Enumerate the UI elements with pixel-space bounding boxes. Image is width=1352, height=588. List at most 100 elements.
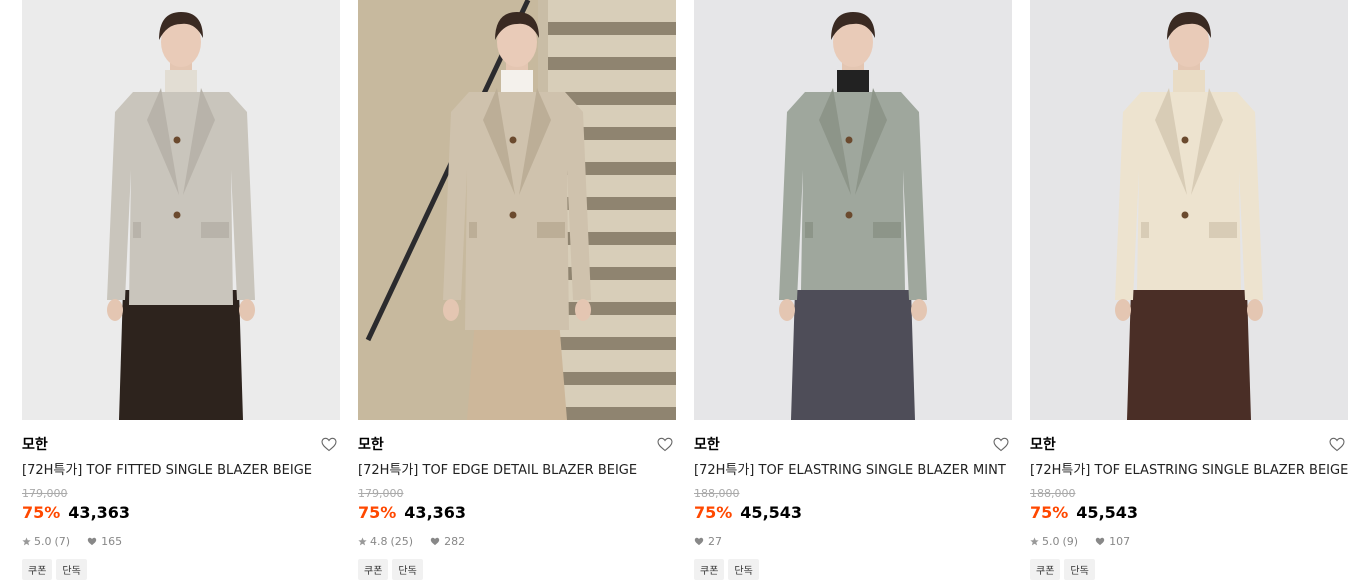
product-image[interactable] <box>694 0 1012 420</box>
heart-outline-icon <box>1329 437 1345 451</box>
review-count: (7) <box>54 534 71 548</box>
review-count: (25) <box>390 534 414 548</box>
product-photo <box>1030 0 1348 420</box>
product-image[interactable] <box>358 0 676 420</box>
product-title[interactable]: [72H특가] TOF FITTED SINGLE BLAZER BEIGE <box>22 459 340 478</box>
brand-name[interactable]: 모한 <box>1030 434 1056 454</box>
jacket-button <box>845 136 853 144</box>
brand-name[interactable]: 모한 <box>22 434 48 454</box>
rating: 5.0 (9) <box>1030 535 1091 548</box>
heart-filled-icon <box>694 537 704 545</box>
sale-price: 43,363 <box>404 503 467 522</box>
rating-value: 5.0 <box>34 534 52 548</box>
exclusive-tag: 단독 <box>728 559 759 580</box>
stair-riser <box>548 22 676 35</box>
pocket-flap <box>1209 222 1237 238</box>
stair-step <box>548 70 676 92</box>
wishlist-button[interactable] <box>656 435 674 453</box>
pocket-flap <box>537 222 565 238</box>
rating: 5.0 (7) <box>22 535 83 548</box>
product-image[interactable] <box>22 0 340 420</box>
product-title[interactable]: [72H특가] TOF EDGE DETAIL BLAZER BEIGE <box>358 459 676 478</box>
heart-outline-icon <box>657 437 673 451</box>
jacket-button <box>173 211 181 219</box>
product-card[interactable]: 모한 [72H특가] TOF FITTED SINGLE BLAZER BEIG… <box>22 0 340 580</box>
discount-rate: 75% <box>22 503 61 522</box>
stair-riser <box>548 337 676 350</box>
coupon-tag: 쿠폰 <box>358 559 389 580</box>
product-grid: 모한 [72H특가] TOF FITTED SINGLE BLAZER BEIG… <box>22 0 1348 580</box>
wishlist-button[interactable] <box>992 435 1010 453</box>
left-hand <box>107 299 123 321</box>
sale-price: 45,543 <box>1076 503 1139 522</box>
discount-rate: 75% <box>358 503 397 522</box>
coupon-tag: 쿠폰 <box>1030 559 1061 580</box>
exclusive-tag: 단독 <box>56 559 87 580</box>
left-hand <box>443 299 459 321</box>
rating-value: 5.0 <box>1042 534 1060 548</box>
star-icon <box>22 536 31 545</box>
rating: 4.8 (25) <box>358 535 426 548</box>
wishlist-button[interactable] <box>320 435 338 453</box>
pocket-flap <box>133 222 141 238</box>
product-card[interactable]: 모한 [72H특가] TOF EDGE DETAIL BLAZER BEIGE … <box>358 0 676 580</box>
tag-list: 쿠폰 단독 <box>22 559 340 580</box>
heart-outline-icon <box>993 437 1009 451</box>
product-photo <box>358 0 676 420</box>
product-stats: 4.8 (25) 282 <box>358 534 676 548</box>
pocket-flap <box>201 222 229 238</box>
pocket-flap <box>805 222 813 238</box>
heart-filled-icon <box>87 537 97 545</box>
product-card[interactable]: 모한 [72H특가] TOF ELASTRING SINGLE BLAZER B… <box>1030 0 1348 580</box>
review-count: (9) <box>1062 534 1079 548</box>
left-hand <box>779 299 795 321</box>
stair-riser <box>548 372 676 385</box>
sale-price: 45,543 <box>740 503 803 522</box>
jacket-button <box>845 211 853 219</box>
product-title[interactable]: [72H특가] TOF ELASTRING SINGLE BLAZER MINT <box>694 459 1012 478</box>
heart-filled-icon <box>430 537 440 545</box>
coupon-tag: 쿠폰 <box>22 559 53 580</box>
heart-outline-icon <box>321 437 337 451</box>
right-hand <box>911 299 927 321</box>
discount-rate: 75% <box>694 503 733 522</box>
product-photo <box>22 0 340 420</box>
rating-value: 4.8 <box>370 534 388 548</box>
pocket-flap <box>469 222 477 238</box>
product-stats: 5.0 (9) 107 <box>1030 534 1348 548</box>
original-price: 179,000 <box>22 487 68 500</box>
stair-step <box>548 35 676 57</box>
coupon-tag: 쿠폰 <box>694 559 725 580</box>
like-count: 27 <box>708 534 722 548</box>
product-photo <box>694 0 1012 420</box>
heart-filled-icon <box>1095 537 1105 545</box>
jacket-button <box>173 136 181 144</box>
tag-list: 쿠폰 단독 <box>1030 559 1348 580</box>
star-icon <box>358 536 367 545</box>
jacket-button <box>509 211 517 219</box>
like-count: 165 <box>101 534 123 548</box>
product-card[interactable]: 모한 [72H특가] TOF ELASTRING SINGLE BLAZER M… <box>694 0 1012 580</box>
trousers <box>1127 290 1251 420</box>
pocket-flap <box>1141 222 1149 238</box>
right-hand <box>575 299 591 321</box>
original-price: 188,000 <box>694 487 740 500</box>
tag-list: 쿠폰 단독 <box>694 559 1012 580</box>
product-image[interactable] <box>1030 0 1348 420</box>
discount-rate: 75% <box>1030 503 1069 522</box>
like-count: 282 <box>444 534 466 548</box>
product-stats: 5.0 (7) 165 <box>22 534 340 548</box>
stair-step <box>548 385 676 407</box>
original-price: 179,000 <box>358 487 404 500</box>
wishlist-button[interactable] <box>1328 435 1346 453</box>
stair-riser <box>548 57 676 70</box>
product-stats: 27 <box>694 534 1012 548</box>
sale-price: 43,363 <box>68 503 131 522</box>
product-title[interactable]: [72H특가] TOF ELASTRING SINGLE BLAZER BEIG… <box>1030 459 1348 478</box>
jacket-button <box>1181 211 1189 219</box>
right-hand <box>1247 299 1263 321</box>
brand-name[interactable]: 모한 <box>358 434 384 454</box>
stair-step <box>548 350 676 372</box>
trousers <box>119 290 243 420</box>
brand-name[interactable]: 모한 <box>694 434 720 454</box>
